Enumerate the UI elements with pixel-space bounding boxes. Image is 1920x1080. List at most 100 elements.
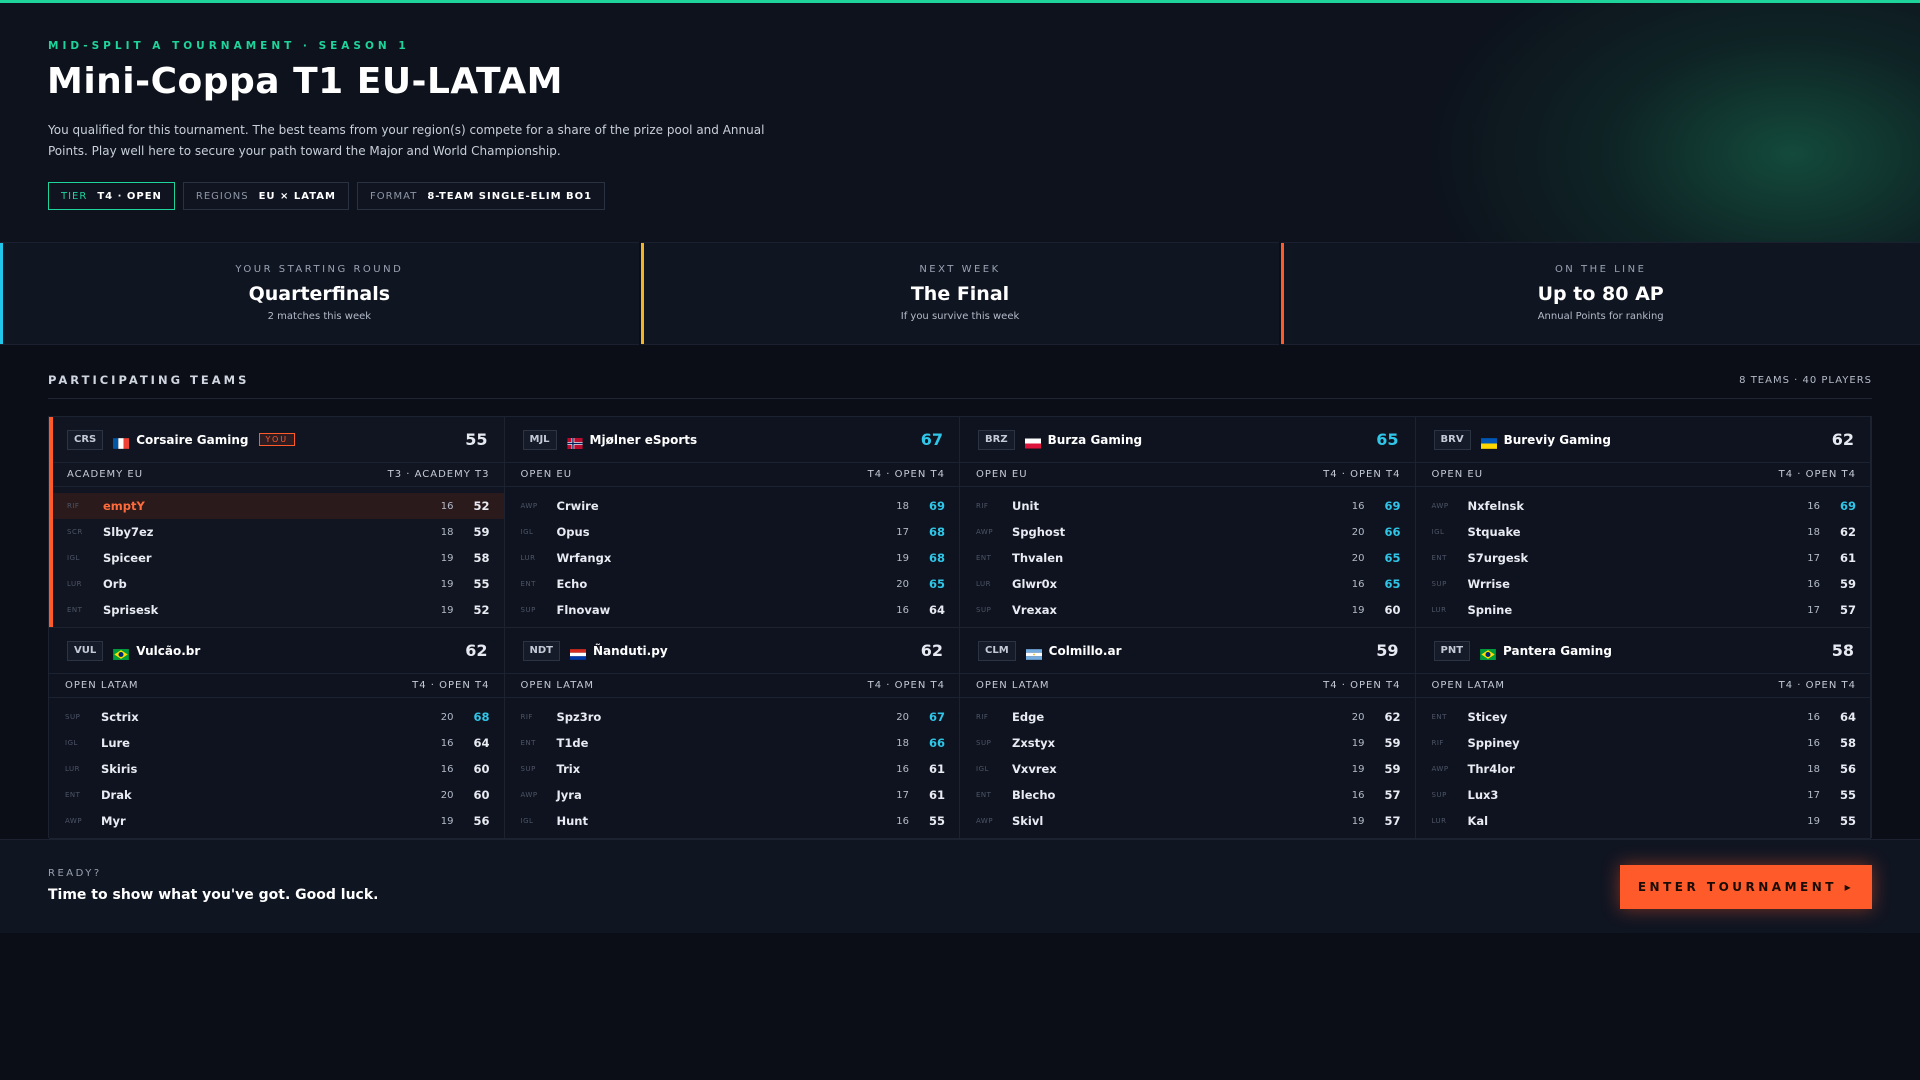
player-row[interactable]: AWP Jyra 17 61 — [505, 782, 960, 808]
team-league-row: OPEN EU T4 · OPEN T4 — [960, 463, 1415, 487]
player-name: S7urgesk — [1467, 551, 1529, 565]
player-row[interactable]: SUP Vrexax 19 60 — [960, 597, 1415, 623]
player-row[interactable]: SUP Trix 16 61 — [505, 756, 960, 782]
player-name: Myr — [101, 814, 126, 828]
player-row[interactable]: RIF Edge 20 62 — [960, 704, 1415, 730]
player-name: Zxstyx — [1012, 736, 1056, 750]
fr-flag-icon — [113, 434, 130, 449]
player-rating: 69 — [928, 499, 945, 513]
team-league: OPEN EU — [520, 469, 573, 480]
team-card[interactable]: VUL Vulcão.br 62 OPEN LATAM T4 · OPEN T4… — [49, 628, 505, 839]
player-list: ENT Sticey 16 64 RIF Sppiney 16 58 AWP T… — [1416, 698, 1871, 834]
player-row[interactable]: SUP Zxstyx 19 59 — [960, 730, 1415, 756]
team-tag: MJL — [522, 429, 557, 450]
player-row[interactable]: IGL Opus 17 68 — [505, 519, 960, 545]
chip-key: TIER — [61, 190, 88, 202]
player-row[interactable]: IGL Hunt 16 55 — [505, 808, 960, 834]
player-row[interactable]: ENT Echo 20 65 — [505, 571, 960, 597]
enter-tournament-button[interactable]: ENTER TOURNAMENT ▸ — [1620, 865, 1872, 909]
player-name: Wrrise — [1467, 577, 1510, 591]
player-row[interactable]: LUR Spnine 17 57 — [1416, 597, 1871, 623]
player-rating: 64 — [928, 603, 945, 617]
player-role: IGL — [520, 528, 534, 536]
player-row[interactable]: ENT Sticey 16 64 — [1416, 704, 1871, 730]
player-role: IGL — [65, 739, 78, 747]
player-age: 18 — [1807, 763, 1820, 775]
player-age: 20 — [896, 711, 909, 723]
team-card[interactable]: PNT Pantera Gaming 58 OPEN LATAM T4 · OP… — [1415, 628, 1871, 839]
team-league: OPEN EU — [1431, 469, 1484, 480]
player-age: 18 — [896, 500, 909, 512]
player-row[interactable]: ENT Blecho 16 57 — [960, 782, 1415, 808]
player-row[interactable]: ENT T1de 18 66 — [505, 730, 960, 756]
team-tier: T4 · OPEN T4 — [412, 680, 490, 691]
player-rating: 56 — [1839, 762, 1856, 776]
team-name: Mjølner eSports — [589, 432, 698, 447]
page-title: Mini-Coppa T1 EU-LATAM — [47, 61, 563, 102]
player-age: 16 — [1807, 711, 1820, 723]
player-row[interactable]: AWP Myr 19 56 — [49, 808, 504, 834]
player-row[interactable]: ENT Sprisesk 19 52 — [49, 597, 504, 623]
player-row[interactable]: AWP Thr4lor 18 56 — [1416, 756, 1871, 782]
player-age: 19 — [440, 578, 454, 590]
team-card[interactable]: NDT Ñanduti.py 62 OPEN LATAM T4 · OPEN T… — [504, 628, 960, 839]
player-name: Blecho — [1012, 788, 1056, 802]
player-role: SUP — [1431, 580, 1447, 588]
player-list: AWP Nxfelnsk 16 69 IGL Stquake 18 62 ENT… — [1416, 487, 1871, 623]
player-row[interactable]: LUR Skiris 16 60 — [49, 756, 504, 782]
player-name: Lure — [101, 736, 130, 750]
player-row[interactable]: AWP Skivl 19 57 — [960, 808, 1415, 834]
player-age: 16 — [440, 763, 454, 775]
player-row[interactable]: IGL Lure 16 64 — [49, 730, 504, 756]
player-row[interactable]: LUR Wrfangx 19 68 — [505, 545, 960, 571]
team-card-header: CLM Colmillo.ar 59 — [960, 628, 1415, 674]
stat-card-next-week: NEXT WEEK The Final If you survive this … — [640, 242, 1280, 345]
player-row[interactable]: ENT Thvalen 20 65 — [960, 545, 1415, 571]
player-row[interactable]: AWP Crwire 18 69 — [505, 493, 960, 519]
player-row[interactable]: LUR Kal 19 55 — [1416, 808, 1871, 834]
player-rating: 60 — [473, 762, 490, 776]
player-row[interactable]: RIF Sppiney 16 58 — [1416, 730, 1871, 756]
player-row[interactable]: SCR Slby7ez 18 59 — [49, 519, 504, 545]
player-age: 17 — [1807, 604, 1820, 616]
player-role: SUP — [65, 713, 81, 721]
player-row[interactable]: AWP Spghost 20 66 — [960, 519, 1415, 545]
player-rating: 58 — [1839, 736, 1856, 750]
player-name: Echo — [556, 577, 588, 591]
player-row[interactable]: SUP Sctrix 20 68 — [49, 704, 504, 730]
player-row[interactable]: IGL Stquake 18 62 — [1416, 519, 1871, 545]
player-role: RIF — [1431, 739, 1444, 747]
team-card-header: VUL Vulcão.br 62 — [49, 628, 504, 674]
player-row[interactable]: RIF Spz3ro 20 67 — [505, 704, 960, 730]
team-card[interactable]: BRZ Burza Gaming 65 OPEN EU T4 · OPEN T4… — [960, 417, 1416, 628]
player-row[interactable]: ENT S7urgesk 17 61 — [1416, 545, 1871, 571]
player-list: AWP Crwire 18 69 IGL Opus 17 68 LUR Wrfa… — [505, 487, 960, 623]
player-rating: 64 — [1839, 710, 1856, 724]
player-row[interactable]: LUR Glwr0x 16 65 — [960, 571, 1415, 597]
player-row[interactable]: SUP Wrrise 16 59 — [1416, 571, 1871, 597]
player-rating: 68 — [928, 525, 945, 539]
player-row[interactable]: RIF Unit 16 69 — [960, 493, 1415, 519]
good-luck-message: Time to show what you've got. Good luck. — [48, 887, 379, 903]
player-name: Kal — [1467, 814, 1489, 828]
player-row[interactable]: RIF emptY 16 52 — [49, 493, 504, 519]
player-age: 17 — [896, 789, 909, 801]
player-role: IGL — [520, 817, 534, 825]
team-card[interactable]: MJL Mjølner eSports 67 OPEN EU T4 · OPEN… — [504, 417, 960, 628]
player-row[interactable]: AWP Nxfelnsk 16 69 — [1416, 493, 1871, 519]
player-rating: 61 — [1839, 551, 1856, 565]
tournament-description: You qualified for this tournament. The b… — [48, 123, 765, 158]
player-row[interactable]: SUP Flnovaw 16 64 — [505, 597, 960, 623]
player-list: RIF Unit 16 69 AWP Spghost 20 66 ENT Thv… — [960, 487, 1415, 623]
team-card[interactable]: BRV Bureviy Gaming 62 OPEN EU T4 · OPEN … — [1415, 417, 1871, 628]
player-row[interactable]: SUP Lux3 17 55 — [1416, 782, 1871, 808]
team-card[interactable]: CRS Corsaire Gaming YOU 55 ACADEMY EU T3… — [49, 417, 505, 628]
player-rating: 60 — [473, 788, 490, 802]
player-row[interactable]: IGL Spiceer 19 58 — [49, 545, 504, 571]
stat-label: YOUR STARTING ROUND — [235, 264, 404, 275]
player-row[interactable]: LUR Orb 19 55 — [49, 571, 504, 597]
player-rating: 57 — [1384, 788, 1401, 802]
player-row[interactable]: IGL Vxvrex 19 59 — [960, 756, 1415, 782]
team-card[interactable]: CLM Colmillo.ar 59 OPEN LATAM T4 · OPEN … — [960, 628, 1416, 839]
player-row[interactable]: ENT Drak 20 60 — [49, 782, 504, 808]
